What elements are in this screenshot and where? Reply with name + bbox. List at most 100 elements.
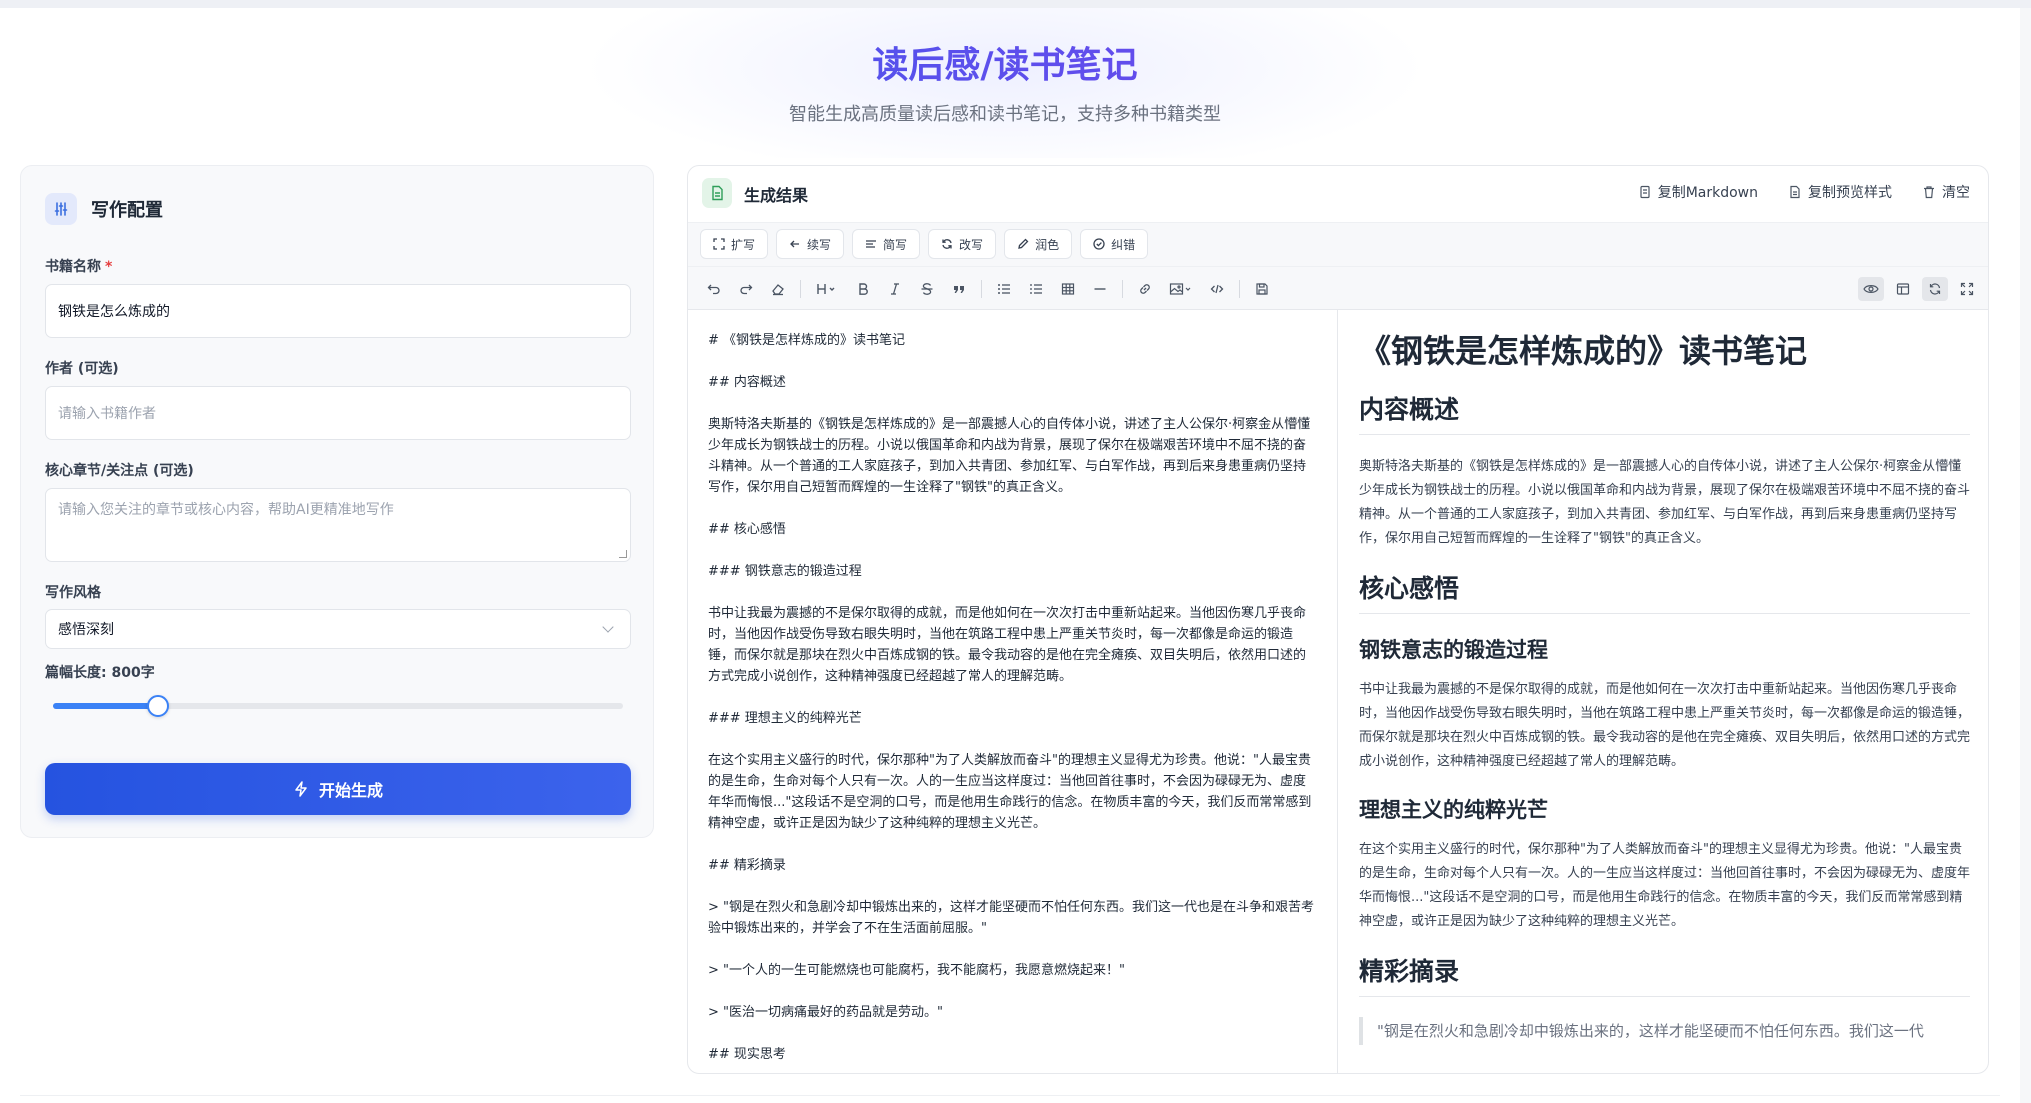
result-actions: 复制Markdown 复制预览样式 清空	[1638, 182, 1970, 202]
undo-icon[interactable]	[698, 277, 730, 301]
preview-paragraph-ideal: 在这个实用主义盛行的时代，保尔那种"为了人类解放而奋斗"的理想主义显得尤为珍贵。…	[1359, 842, 1971, 929]
markdown-editor[interactable]: # 《钢铁是怎样炼成的》读书笔记 ## 内容概述 奥斯特洛夫斯基的《钢铁是怎样炼成的…	[688, 310, 1338, 1073]
image-icon[interactable]	[1161, 277, 1201, 301]
heading-icon[interactable]	[807, 277, 847, 301]
markdown-preview: 《钢铁是怎样炼成的》读书笔记 内容概述 奥斯特洛夫斯基的《钢铁是怎样炼成的》是一…	[1339, 310, 1988, 1073]
editor-line: > "钢是在烈火和急剧冷却中锻炼出来的，这样才能坚硬而不怕任何东西。我们这一代也…	[708, 900, 1315, 936]
preview-heading-will: 钢铁意志的锻造过程	[1359, 638, 1548, 662]
bullet-list-icon[interactable]	[988, 277, 1020, 301]
length-slider-thumb[interactable]	[147, 695, 170, 717]
rewrite-label: 改写	[959, 237, 984, 252]
markdown-toolbar	[688, 266, 1988, 310]
simplify-label: 简写	[883, 237, 908, 252]
page-title: 读后感/读书笔记	[0, 36, 2010, 88]
editor-blank-line	[708, 351, 1317, 372]
toolbar-divider	[800, 280, 801, 298]
editor-blank-line	[708, 834, 1317, 855]
focus-placeholder: 请输入您关注的章节或核心内容，帮助AI更精准地写作	[58, 502, 394, 518]
editor-blank-line	[708, 876, 1317, 897]
result-header: 生成结果 复制Markdown 复制预览样式 清空	[688, 166, 1988, 222]
document-icon	[702, 178, 732, 208]
page-subtitle: 智能生成高质量读后感和读书笔记，支持多种书籍类型	[789, 104, 1221, 125]
style-select-value: 感悟深刻	[58, 622, 114, 638]
config-panel: 写作配置 书籍名称 * 钢铁是怎么炼成的 作者 (可选) 请输入书籍作者 核心章节…	[20, 165, 654, 838]
link-icon[interactable]	[1129, 277, 1161, 301]
polish-button[interactable]: 润色	[1004, 229, 1073, 259]
bottom-section-edge	[20, 1095, 2000, 1103]
preview-heading-core: 核心感悟	[1359, 571, 1970, 614]
expand-icon	[713, 238, 725, 250]
continue-label: 续写	[807, 237, 832, 252]
strikethrough-icon[interactable]	[911, 277, 943, 301]
redo-icon[interactable]	[730, 277, 762, 301]
editor-line: ### 钢铁意志的锻造过程	[708, 564, 862, 579]
length-label: 篇幅长度: 800字	[45, 665, 155, 681]
rewrite-button[interactable]: 改写	[928, 229, 997, 259]
editor-blank-line	[708, 939, 1317, 960]
arrow-left-icon	[790, 240, 800, 248]
focus-label: 核心章节/关注点 (可选)	[45, 463, 194, 479]
ai-action-bar: 扩写 续写 简写 改写 润色 纠错	[688, 222, 1988, 266]
length-slider-fill	[53, 703, 159, 709]
eraser-icon[interactable]	[762, 277, 794, 301]
hero-header: 读后感/读书笔记 智能生成高质量读后感和读书笔记，支持多种书籍类型	[0, 8, 2020, 158]
text-lines-icon	[866, 240, 877, 248]
editor-line: # 《钢铁是怎样炼成的》读书笔记	[708, 333, 906, 348]
editor-line: ## 核心感悟	[708, 522, 786, 537]
editor-line: 奥斯特洛夫斯基的《钢铁是怎样炼成的》是一部震撼人心的自传体小说，讲述了主人公保尔…	[708, 417, 1311, 495]
style-select[interactable]: 感悟深刻	[45, 609, 631, 649]
editor-line: ## 现实思考	[708, 1047, 786, 1062]
toolbar-divider	[981, 280, 982, 298]
preview-paragraph-will: 书中让我最为震撼的不是保尔取得的成就，而是他如何在一次次打击中重新站起来。当他因…	[1359, 682, 1971, 769]
preview-paragraph-overview: 奥斯特洛夫斯基的《钢铁是怎样炼成的》是一部震撼人心的自传体小说，讲述了主人公保尔…	[1359, 459, 1971, 546]
pen-icon	[1018, 238, 1029, 249]
preview-heading-ideal: 理想主义的纯粹光芒	[1359, 798, 1548, 822]
config-header: 写作配置	[45, 192, 163, 226]
chevron-down-icon	[602, 621, 614, 633]
focus-textarea[interactable]: 请输入您关注的章节或核心内容，帮助AI更精准地写作	[45, 488, 631, 562]
preview-heading-1: 《钢铁是怎样炼成的》读书笔记	[1359, 332, 1808, 370]
result-title: 生成结果	[744, 186, 809, 205]
editor-blank-line	[708, 540, 1317, 561]
style-label: 写作风格	[45, 585, 101, 601]
editor-line: > "医治一切病痛最好的药品就是劳动。"	[708, 1005, 943, 1020]
layout-icon[interactable]	[1890, 277, 1916, 301]
horizontal-rule-icon[interactable]	[1084, 277, 1116, 301]
correct-label: 纠错	[1111, 237, 1136, 252]
editor-line: > "一个人的一生可能燃烧也可能腐朽，我不能腐朽，我愿意燃烧起来！"	[708, 963, 1125, 978]
copy-markdown-button[interactable]: 复制Markdown	[1638, 182, 1758, 202]
length-slider[interactable]	[53, 695, 623, 717]
app-root: 读后感/读书笔记 智能生成高质量读后感和读书笔记，支持多种书籍类型 写作配置 书…	[0, 8, 2020, 1103]
book-name-input[interactable]: 钢铁是怎么炼成的	[45, 284, 631, 338]
resize-grip-icon[interactable]	[619, 550, 627, 558]
quote-icon[interactable]	[943, 277, 975, 301]
ordered-list-icon[interactable]	[1020, 277, 1052, 301]
bold-icon[interactable]	[847, 277, 879, 301]
clear-button[interactable]: 清空	[1922, 182, 1970, 202]
editor-blank-line	[708, 582, 1317, 603]
eye-icon[interactable]	[1858, 277, 1884, 301]
polish-label: 润色	[1035, 237, 1060, 252]
editor-blank-line	[708, 687, 1317, 708]
lightning-icon	[295, 781, 307, 797]
preview-blockquote: "钢是在烈火和急剧冷却中锻炼出来的，这样才能坚硬而不怕任何东西。我们这一代	[1359, 1017, 1970, 1045]
simplify-button[interactable]: 简写	[852, 229, 921, 259]
code-icon[interactable]	[1201, 277, 1233, 301]
config-title: 写作配置	[91, 200, 163, 221]
copy-markdown-label: 复制Markdown	[1657, 185, 1758, 201]
table-icon[interactable]	[1052, 277, 1084, 301]
sync-scroll-icon[interactable]	[1922, 277, 1948, 301]
expand-label: 扩写	[731, 237, 756, 252]
generate-button[interactable]: 开始生成	[45, 763, 631, 815]
fullscreen-icon[interactable]	[1954, 277, 1980, 301]
expand-button[interactable]: 扩写	[700, 229, 769, 259]
correct-button[interactable]: 纠错	[1080, 229, 1149, 259]
continue-button[interactable]: 续写	[776, 229, 845, 259]
required-mark: *	[105, 259, 113, 275]
copy-preview-button[interactable]: 复制预览样式	[1788, 182, 1892, 202]
italic-icon[interactable]	[879, 277, 911, 301]
save-icon[interactable]	[1246, 277, 1278, 301]
editor-blank-line	[708, 981, 1317, 1002]
author-input[interactable]: 请输入书籍作者	[45, 386, 631, 440]
preview-heading-quotes: 精彩摘录	[1359, 954, 1970, 997]
